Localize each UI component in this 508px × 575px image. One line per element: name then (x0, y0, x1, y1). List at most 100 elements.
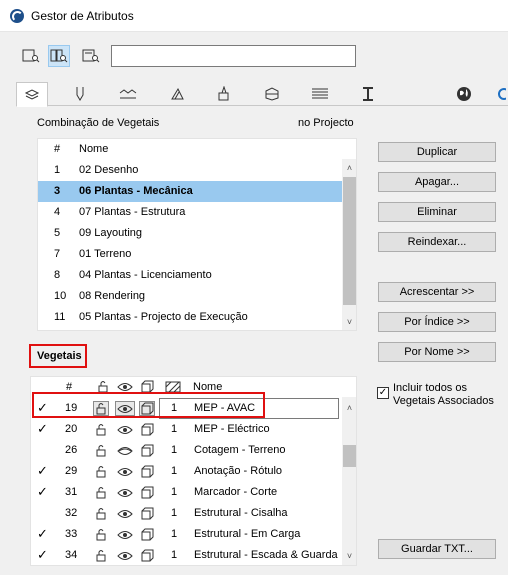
profile-icon (363, 86, 373, 101)
wireframe-icon[interactable] (139, 506, 155, 521)
row-name: MEP - Eléctrico (194, 423, 270, 435)
eye-icon[interactable] (115, 401, 135, 416)
list-item[interactable]: 32 1 Estrutural - Cisalha (31, 503, 342, 524)
title-bar: Gestor de Atributos (0, 0, 508, 32)
layer-combination-list[interactable]: # Nome 1 02 Desenho 3 06 Plantas - Mecânica… (37, 138, 357, 331)
list-item[interactable]: ✓ 34 1 Estrutural - Escada & Guarda (31, 545, 342, 565)
lock-icon[interactable] (93, 485, 109, 500)
wireframe-icon[interactable] (139, 548, 155, 563)
tab-more[interactable] (496, 82, 508, 105)
lock-header-icon (95, 379, 111, 394)
wireframe-icon[interactable] (139, 485, 155, 500)
detail-view-button[interactable] (80, 45, 102, 67)
list-item[interactable]: 26 1 Cotagem - Terreno (31, 440, 342, 461)
eye-icon[interactable] (115, 527, 135, 542)
wireframe-icon[interactable] (139, 464, 155, 479)
tab-line-types[interactable] (112, 82, 144, 105)
save-txt-button[interactable]: Guardar TXT... (378, 539, 496, 559)
globe-icon (457, 86, 471, 101)
lock-icon[interactable] (93, 464, 109, 479)
pen-index: 1 (171, 402, 178, 414)
split-view-icon (50, 49, 68, 63)
lock-icon[interactable] (93, 506, 109, 521)
wireframe-icon[interactable] (139, 443, 155, 458)
visibility-header-icon (117, 379, 133, 394)
bottom-list-scrollbar[interactable]: ˄ ˅ (342, 397, 356, 565)
list-item[interactable]: ✓ 29 1 Anotação - Rótulo (31, 461, 342, 482)
line-type-icon (119, 88, 137, 98)
checkmark-icon[interactable]: ✓ (37, 421, 48, 437)
checkmark-icon[interactable]: ✓ (37, 526, 48, 542)
list-item[interactable]: 1 02 Desenho (38, 160, 342, 181)
list-item[interactable]: ✓ 31 1 Marcador - Corte (31, 482, 342, 503)
list-item[interactable]: 4 07 Plantas - Estrutura (38, 202, 342, 223)
lock-icon[interactable] (93, 401, 109, 416)
scroll-thumb[interactable] (343, 445, 356, 467)
wireframe-icon[interactable] (139, 422, 155, 437)
list-item[interactable]: 5 09 Layouting (38, 223, 342, 244)
eye-icon[interactable] (115, 548, 135, 563)
row-num: 1 (54, 164, 61, 176)
remove-button[interactable]: Eliminar (378, 202, 496, 222)
eye-icon[interactable] (115, 464, 135, 479)
list-item[interactable]: 8 04 Plantas - Licenciamento (38, 265, 342, 286)
reindex-button[interactable]: Reindexar... (378, 232, 496, 252)
lock-icon[interactable] (93, 527, 109, 542)
lock-icon[interactable] (93, 422, 109, 437)
row-num: 33 (65, 528, 78, 540)
list-item[interactable]: ✓ 33 1 Estrutural - Em Carga (31, 524, 342, 545)
attribute-tabs (16, 82, 508, 107)
include-associated-checkbox[interactable]: ✓ (377, 387, 389, 399)
checkmark-icon[interactable]: ✓ (37, 400, 48, 416)
scroll-thumb[interactable] (343, 177, 356, 305)
checkmark-icon[interactable]: ✓ (37, 484, 48, 500)
row-name: Anotação - Rótulo (194, 465, 283, 477)
row-name: Marcador - Corte (194, 486, 278, 498)
tab-globe[interactable] (448, 82, 480, 105)
tab-profiles[interactable] (352, 82, 384, 105)
list-item[interactable]: 11 05 Plantas - Projecto de Execução (38, 307, 342, 328)
top-list-scrollbar[interactable]: ˄ ˅ (342, 159, 356, 330)
wireframe-icon[interactable] (139, 527, 155, 542)
list-view-button[interactable] (20, 45, 42, 67)
row-name: Estrutural - Cisalha (194, 507, 288, 519)
delete-button[interactable]: Apagar... (378, 172, 496, 192)
tab-building-materials[interactable] (256, 82, 288, 105)
tab-surfaces[interactable] (208, 82, 240, 105)
eye-icon[interactable] (115, 422, 135, 437)
checkmark-icon[interactable]: ✓ (37, 547, 48, 563)
add-button[interactable]: Acrescentar >> (378, 282, 496, 302)
scroll-up-icon[interactable]: ˄ (342, 161, 356, 175)
wireframe-icon[interactable] (139, 401, 155, 416)
eye-closed-icon[interactable] (115, 443, 135, 458)
scroll-down-icon[interactable]: ˅ (342, 315, 356, 329)
list-item[interactable]: 3 06 Plantas - Mecânica (38, 181, 342, 202)
pen-icon (76, 86, 84, 101)
list-item[interactable]: 10 08 Rendering (38, 286, 342, 307)
lock-icon[interactable] (93, 443, 109, 458)
lock-icon[interactable] (93, 548, 109, 563)
section-label: Vegetais (37, 350, 82, 362)
checkmark-icon[interactable]: ✓ (37, 463, 48, 479)
tab-composites[interactable] (304, 82, 336, 105)
eye-icon[interactable] (115, 485, 135, 500)
eye-icon[interactable] (115, 506, 135, 521)
search-input[interactable] (111, 45, 356, 67)
by-name-button[interactable]: Por Nome >> (378, 342, 496, 362)
composite-icon (312, 88, 328, 98)
list-item[interactable]: ✓ 19 1 MEP - AVAC (31, 398, 342, 419)
duplicate-button[interactable]: Duplicar (378, 142, 496, 162)
list-item[interactable]: 7 01 Terreno (38, 244, 342, 265)
scroll-down-icon[interactable]: ˅ (342, 549, 356, 563)
row-name: 09 Layouting (79, 227, 142, 239)
wireframe-header-icon (139, 379, 155, 394)
row-num: 32 (65, 507, 78, 519)
layer-list[interactable]: # Nome ✓ 19 1 MEP - AVAC ✓ 20 1 MEP - Eléctrico… (30, 376, 357, 566)
tab-layers[interactable] (16, 82, 48, 107)
split-view-button[interactable] (48, 45, 70, 67)
tab-pens[interactable] (64, 82, 96, 105)
scroll-up-icon[interactable]: ˄ (342, 401, 356, 415)
list-item[interactable]: ✓ 20 1 MEP - Eléctrico (31, 419, 342, 440)
tab-fills[interactable] (161, 82, 193, 105)
by-index-button[interactable]: Por Índice >> (378, 312, 496, 332)
